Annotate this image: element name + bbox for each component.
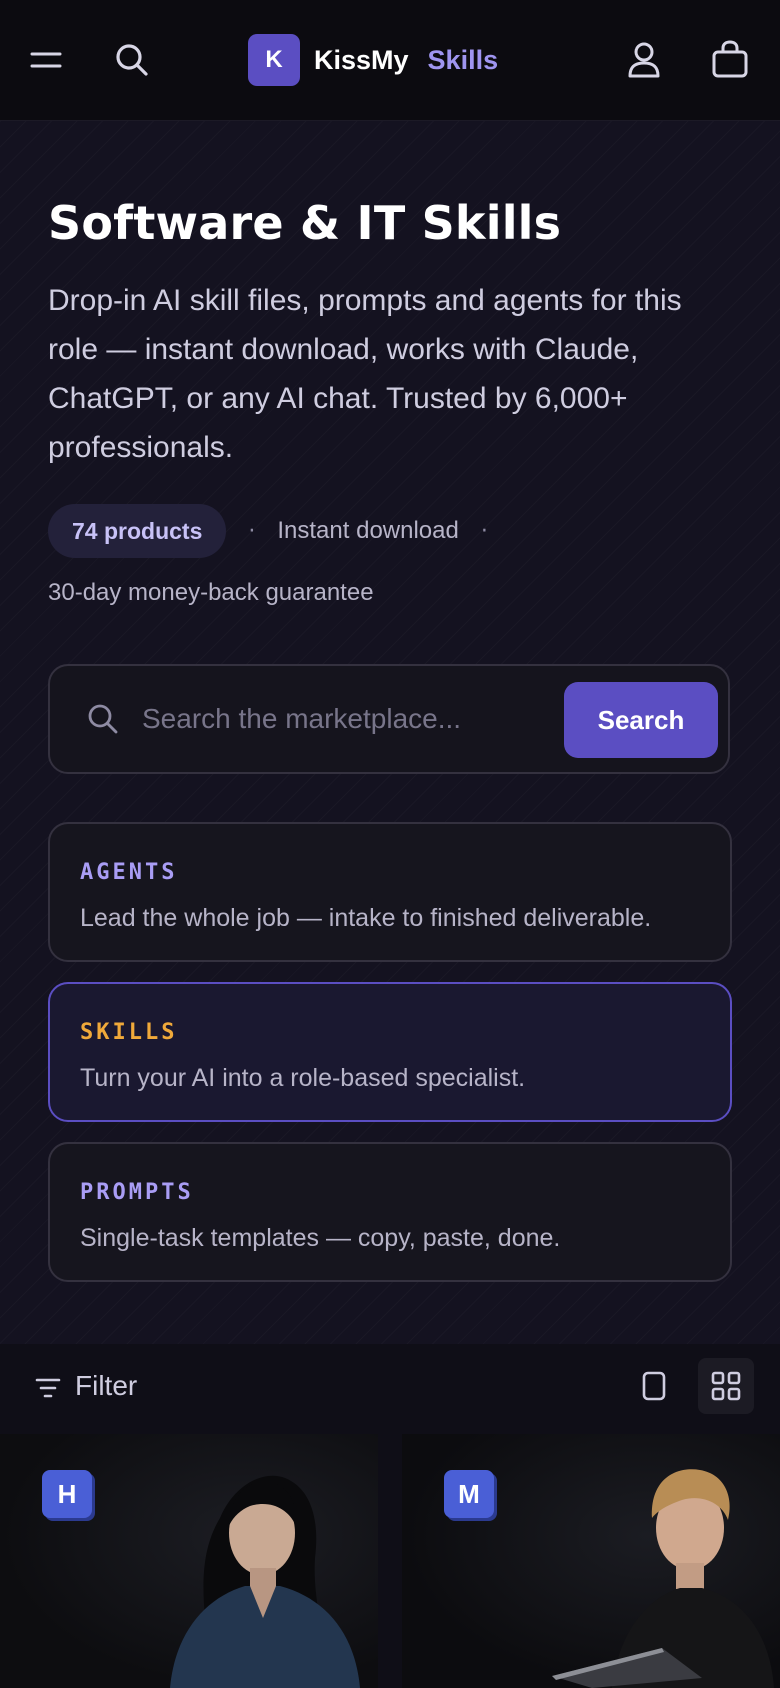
site-header: K KissMy Skills xyxy=(0,0,780,121)
category-card-prompts[interactable]: PROMPTS Single-task templates — copy, pa… xyxy=(48,1142,732,1282)
category-description: Lead the whole job — intake to finished … xyxy=(80,904,652,932)
brand-name: KissMy xyxy=(314,44,409,75)
category-card-skills[interactable]: SKILLS Turn your AI into a role-based sp… xyxy=(48,982,732,1122)
grid-view-icon[interactable] xyxy=(698,1358,754,1414)
brand-logo[interactable]: K KissMy Skills xyxy=(248,33,498,87)
category-description: Single-task templates — copy, paste, don… xyxy=(80,1224,561,1252)
category-kicker: AGENTS xyxy=(80,860,178,885)
search-icon[interactable] xyxy=(110,38,154,82)
separator-dot: · xyxy=(248,518,256,544)
filter-toolbar: Filter xyxy=(0,1344,780,1436)
guarantee-text: 30-day money-back guarantee xyxy=(48,579,374,606)
brand-accent: Skills xyxy=(427,44,499,75)
search-input[interactable] xyxy=(142,696,572,742)
search-bar: Search xyxy=(48,664,730,774)
portrait-image xyxy=(552,1469,774,1688)
category-kicker: PROMPTS xyxy=(80,1180,194,1205)
filter-button[interactable]: Filter xyxy=(75,1370,137,1402)
single-view-icon[interactable] xyxy=(634,1366,674,1406)
product-count-badge: 74 products xyxy=(48,504,227,558)
category-kicker: SKILLS xyxy=(80,1020,178,1045)
product-card[interactable]: M xyxy=(402,1434,780,1688)
user-icon[interactable] xyxy=(622,38,666,82)
instant-download-text: Instant download xyxy=(277,517,459,544)
filter-icon[interactable] xyxy=(34,1374,62,1402)
author-badge: M xyxy=(444,1470,494,1518)
meta-row: 74 products · Instant download · xyxy=(48,504,510,558)
search-icon xyxy=(86,702,120,736)
author-badge: H xyxy=(42,1470,92,1518)
logo-badge: K xyxy=(248,34,300,86)
menu-icon[interactable] xyxy=(24,38,68,82)
search-button[interactable]: Search xyxy=(564,682,718,758)
portrait-image xyxy=(170,1475,360,1688)
category-card-agents[interactable]: AGENTS Lead the whole job — intake to fi… xyxy=(48,822,732,962)
separator-dot: · xyxy=(480,518,488,544)
page-description: Drop-in AI skill files, prompts and agen… xyxy=(48,284,682,464)
product-card[interactable]: H xyxy=(0,1434,378,1688)
category-description: Turn your AI into a role-based specialis… xyxy=(80,1064,526,1092)
bag-icon[interactable] xyxy=(708,38,752,82)
page-title: Software & IT Skills xyxy=(48,196,562,250)
